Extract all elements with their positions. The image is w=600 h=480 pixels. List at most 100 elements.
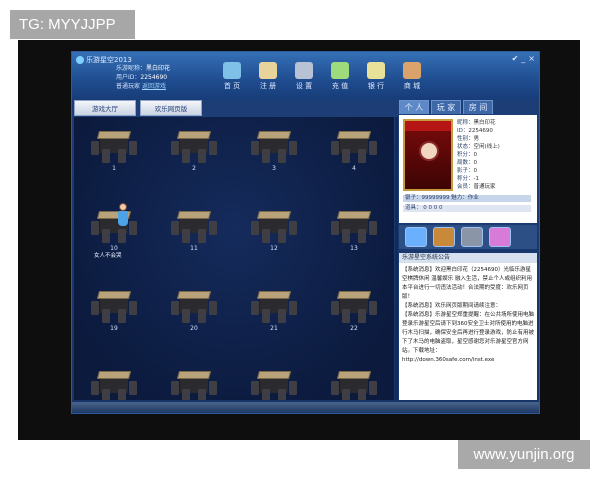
game-table[interactable]: 21 xyxy=(240,285,308,357)
tab-web-version[interactable]: 欢乐网页版 xyxy=(140,100,202,116)
chair-icon[interactable] xyxy=(358,229,366,243)
game-table[interactable] xyxy=(240,365,308,400)
game-table[interactable]: 13 xyxy=(320,205,388,277)
chair-icon[interactable] xyxy=(358,309,366,323)
chair-icon[interactable] xyxy=(262,309,270,323)
chair-icon[interactable] xyxy=(102,149,110,163)
game-table[interactable] xyxy=(320,365,388,400)
chair-icon[interactable] xyxy=(331,301,339,315)
chair-icon[interactable] xyxy=(102,389,110,400)
chair-icon[interactable] xyxy=(182,149,190,163)
chair-icon[interactable] xyxy=(198,149,206,163)
chair-icon[interactable] xyxy=(118,309,126,323)
chair-icon[interactable] xyxy=(91,381,99,395)
toolbar-button-1[interactable]: 注 册 xyxy=(250,62,286,91)
chair-icon[interactable] xyxy=(342,149,350,163)
chair-icon[interactable] xyxy=(251,381,259,395)
game-table[interactable]: 19 xyxy=(80,285,148,357)
close-icon[interactable]: × xyxy=(528,54,535,63)
tab-players[interactable]: 玩 家 xyxy=(431,100,461,114)
game-table[interactable]: 4 xyxy=(320,125,388,197)
chair-icon[interactable] xyxy=(171,141,179,155)
chair-icon[interactable] xyxy=(198,309,206,323)
chair-icon[interactable] xyxy=(331,141,339,155)
tab-rooms[interactable]: 房 间 xyxy=(463,100,493,114)
chair-icon[interactable] xyxy=(278,149,286,163)
chair-icon[interactable] xyxy=(289,141,297,155)
game-table[interactable]: 1 xyxy=(80,125,148,197)
return-game-link[interactable]: 返回游戏 xyxy=(142,83,166,90)
room-scrollbar[interactable] xyxy=(395,117,398,400)
chair-icon[interactable] xyxy=(171,381,179,395)
chair-icon[interactable] xyxy=(342,229,350,243)
toolbar-button-0[interactable]: 首 页 xyxy=(214,62,250,91)
chair-icon[interactable] xyxy=(129,381,137,395)
chair-icon[interactable] xyxy=(369,301,377,315)
chair-icon[interactable] xyxy=(251,301,259,315)
chair-icon[interactable] xyxy=(369,221,377,235)
minimize-icon[interactable]: _ xyxy=(521,54,525,63)
chair-icon[interactable] xyxy=(262,389,270,400)
chair-icon[interactable] xyxy=(171,221,179,235)
chair-icon[interactable] xyxy=(209,381,217,395)
toolbar-button-5[interactable]: 商 城 xyxy=(394,62,430,91)
chair-icon[interactable] xyxy=(369,141,377,155)
player-avatar-icon[interactable] xyxy=(118,203,128,227)
chair-icon[interactable] xyxy=(278,389,286,400)
chair-icon[interactable] xyxy=(251,141,259,155)
car-gift-icon[interactable] xyxy=(461,227,483,247)
tab-personal[interactable]: 个 人 xyxy=(399,100,429,114)
chair-icon[interactable] xyxy=(342,389,350,400)
chair-icon[interactable] xyxy=(278,229,286,243)
card-gift-icon[interactable] xyxy=(489,227,511,247)
chair-icon[interactable] xyxy=(198,389,206,400)
toolbar-button-3[interactable]: 充 值 xyxy=(322,62,358,91)
chair-icon[interactable] xyxy=(262,229,270,243)
chair-icon[interactable] xyxy=(102,229,110,243)
chair-icon[interactable] xyxy=(102,309,110,323)
confirm-icon[interactable]: ✔ xyxy=(512,54,519,63)
chair-icon[interactable] xyxy=(289,221,297,235)
game-table[interactable]: 20 xyxy=(160,285,228,357)
chair-icon[interactable] xyxy=(289,301,297,315)
toolbar-button-2[interactable]: 设 置 xyxy=(286,62,322,91)
toolbar-button-4[interactable]: 银 行 xyxy=(358,62,394,91)
chair-icon[interactable] xyxy=(118,229,126,243)
chair-icon[interactable] xyxy=(198,229,206,243)
chair-icon[interactable] xyxy=(369,381,377,395)
game-table[interactable]: 2 xyxy=(160,125,228,197)
game-table[interactable]: 10 女人不会哭 xyxy=(80,203,148,277)
chair-icon[interactable] xyxy=(262,149,270,163)
chair-icon[interactable] xyxy=(118,389,126,400)
chair-icon[interactable] xyxy=(331,381,339,395)
chair-icon[interactable] xyxy=(358,149,366,163)
notice-link[interactable]: http://down.360safe.com/inst.exe xyxy=(402,356,534,365)
chair-icon[interactable] xyxy=(331,221,339,235)
chair-icon[interactable] xyxy=(182,389,190,400)
game-table[interactable] xyxy=(80,365,148,400)
chair-icon[interactable] xyxy=(209,301,217,315)
chair-icon[interactable] xyxy=(358,389,366,400)
chair-icon[interactable] xyxy=(129,221,137,235)
chair-icon[interactable] xyxy=(129,301,137,315)
game-table[interactable]: 22 xyxy=(320,285,388,357)
game-table[interactable]: 11 xyxy=(160,205,228,277)
chair-icon[interactable] xyxy=(182,229,190,243)
chair-icon[interactable] xyxy=(91,141,99,155)
ring-gift-icon[interactable] xyxy=(433,227,455,247)
game-table[interactable]: 12 xyxy=(240,205,308,277)
chair-icon[interactable] xyxy=(251,221,259,235)
chair-icon[interactable] xyxy=(129,141,137,155)
chair-icon[interactable] xyxy=(118,149,126,163)
chair-icon[interactable] xyxy=(209,141,217,155)
game-table[interactable] xyxy=(160,365,228,400)
chair-icon[interactable] xyxy=(342,309,350,323)
chair-icon[interactable] xyxy=(182,309,190,323)
game-table[interactable]: 3 xyxy=(240,125,308,197)
chair-icon[interactable] xyxy=(209,221,217,235)
chair-icon[interactable] xyxy=(91,221,99,235)
chair-icon[interactable] xyxy=(278,309,286,323)
diamond-gift-icon[interactable] xyxy=(405,227,427,247)
tab-game-lobby[interactable]: 游戏大厅 xyxy=(74,100,136,116)
chair-icon[interactable] xyxy=(171,301,179,315)
